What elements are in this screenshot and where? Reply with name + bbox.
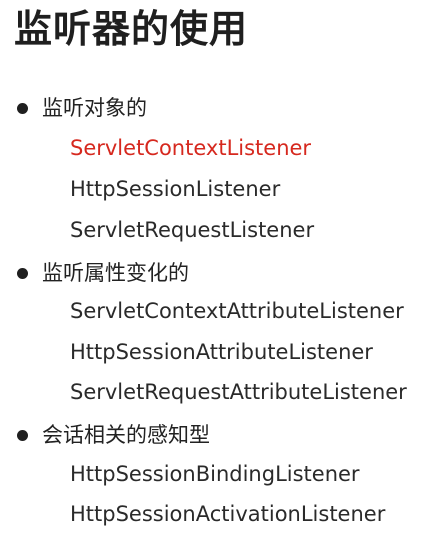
- list-item: HttpSessionBindingListener: [70, 462, 360, 486]
- bullet-row: 会话相关的感知型: [0, 419, 440, 451]
- list-item: ServletRequestAttributeListener: [70, 380, 407, 404]
- bullet-icon: [17, 268, 28, 279]
- list-item: HttpSessionActivationListener: [70, 502, 386, 526]
- bullet-row: 监听属性变化的: [0, 257, 440, 289]
- section-heading: 监听对象的: [42, 96, 147, 120]
- section-heading: 监听属性变化的: [42, 261, 189, 285]
- list-item: ServletContextAttributeListener: [70, 299, 404, 323]
- section-session-aware-listeners: 会话相关的感知型: [0, 419, 440, 451]
- bullet-icon: [17, 103, 28, 114]
- section-object-listeners: 监听对象的: [0, 92, 440, 124]
- slide-title: 监听器的使用: [14, 7, 249, 51]
- section-heading: 会话相关的感知型: [42, 423, 210, 447]
- list-item: ServletContextListener: [70, 136, 312, 160]
- section-attribute-listeners: 监听属性变化的: [0, 257, 440, 289]
- list-item: HttpSessionListener: [70, 177, 281, 201]
- bullet-icon: [17, 430, 28, 441]
- list-item: HttpSessionAttributeListener: [70, 340, 373, 364]
- list-item: ServletRequestListener: [70, 218, 315, 242]
- bullet-row: 监听对象的: [0, 92, 440, 124]
